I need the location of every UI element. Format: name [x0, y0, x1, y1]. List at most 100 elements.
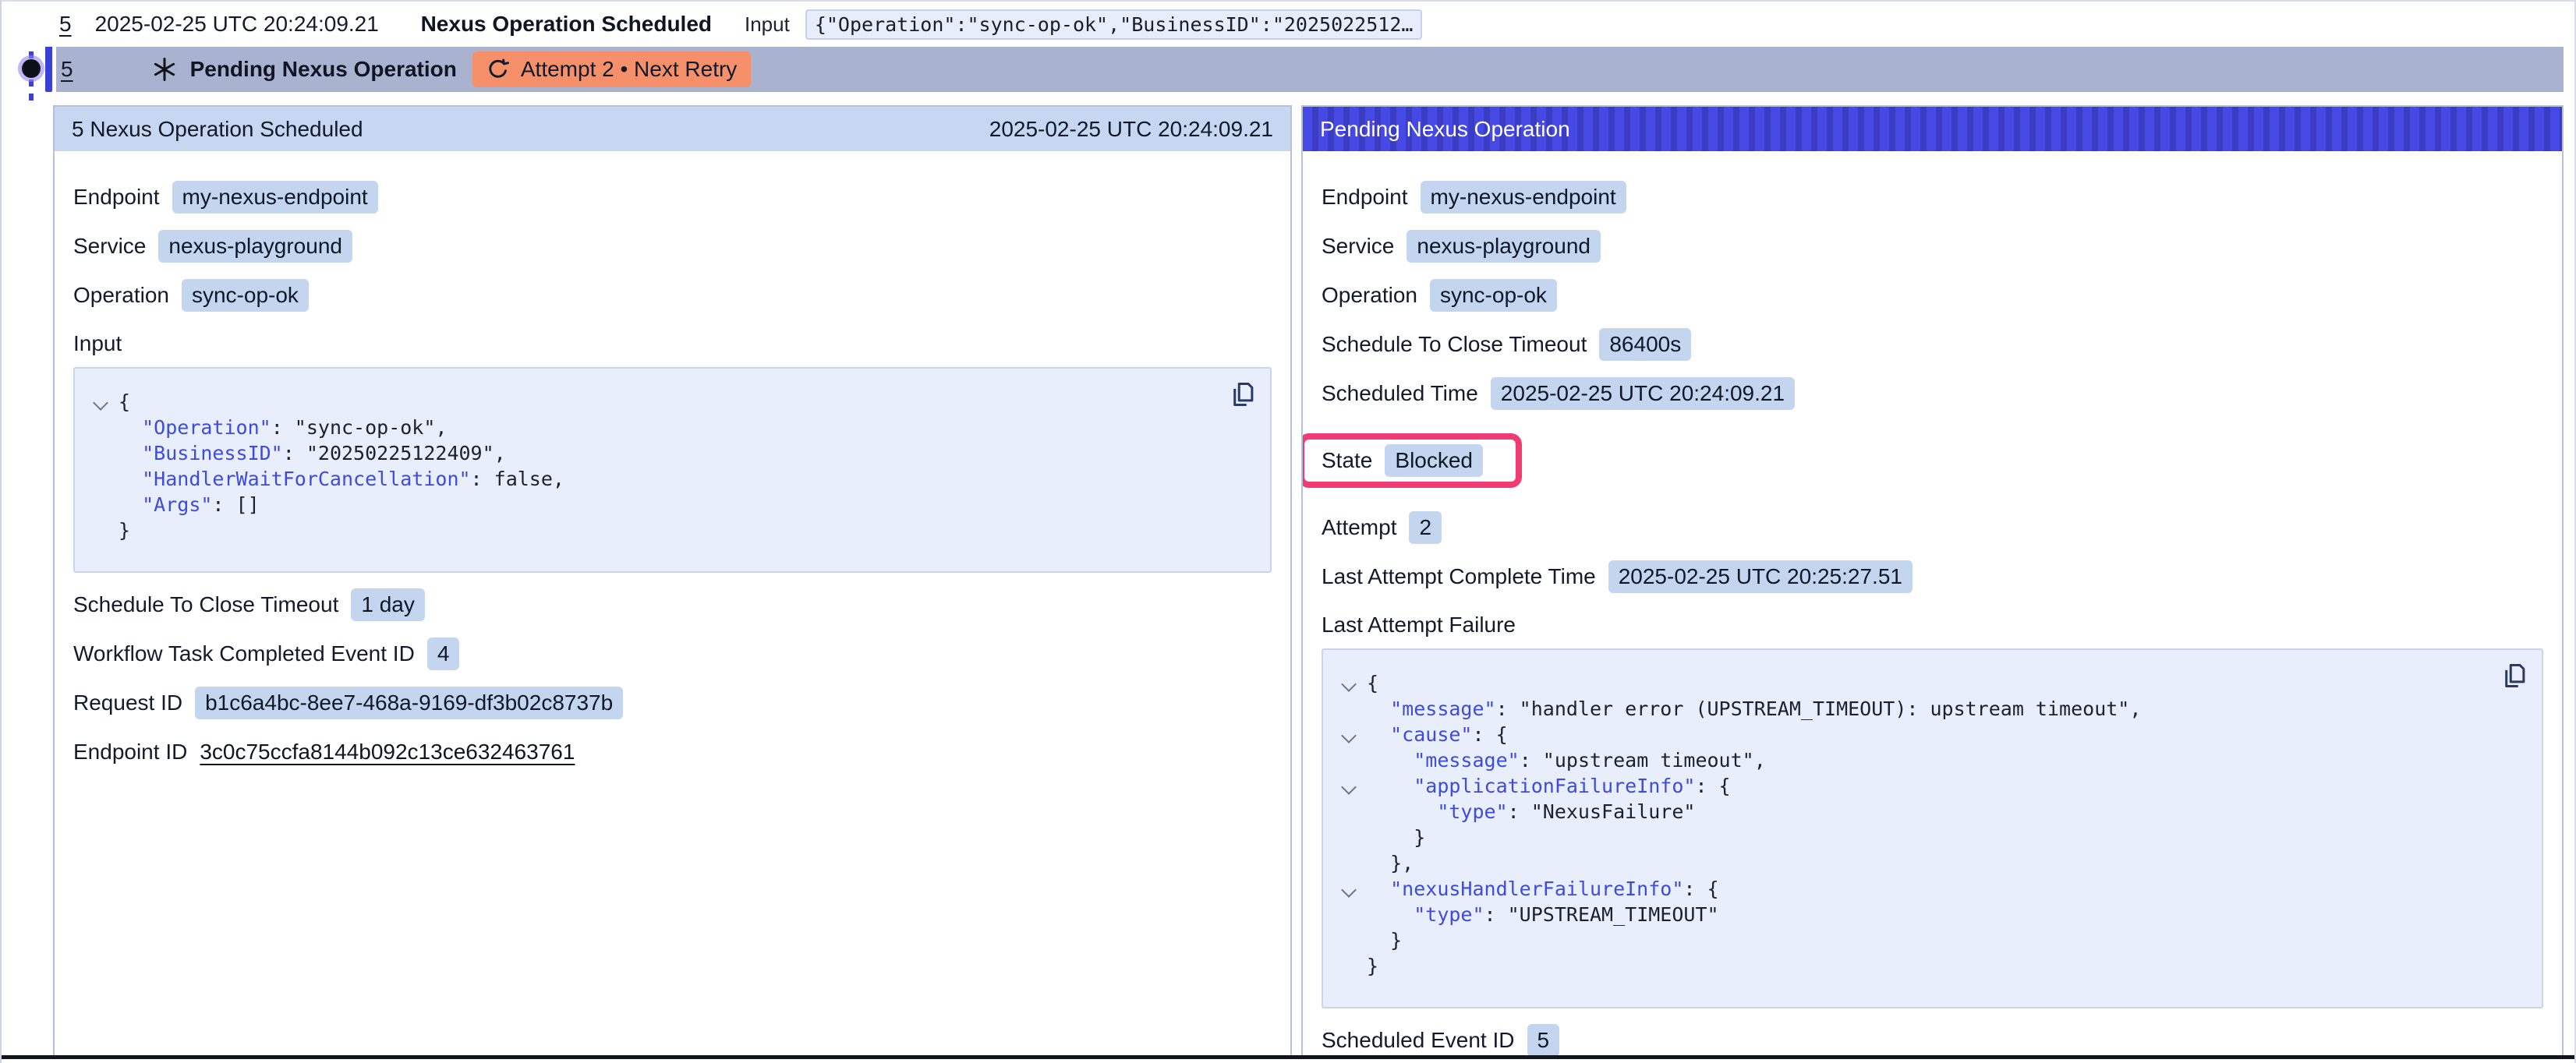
- code-line: "type": "UPSTREAM_TIMEOUT": [1334, 902, 2487, 927]
- event-detail-panels: 5 Nexus Operation Scheduled 2025-02-25 U…: [53, 105, 2564, 1058]
- field-row-operation: Operation sync-op-ok: [1322, 278, 2543, 313]
- code-line-text: }: [1367, 927, 1402, 953]
- input-json-block: { "Operation": "sync-op-ok", "BusinessID…: [73, 367, 1272, 573]
- scheduled-panel-timestamp: 2025-02-25 UTC 20:24:09.21: [989, 117, 1273, 142]
- code-line: "message": "upstream timeout",: [1334, 747, 2487, 773]
- field-value-link[interactable]: 3c0c75ccfa8144b092c13ce632463761: [200, 740, 575, 765]
- code-line: },: [1334, 850, 2487, 876]
- code-line-gutter: [86, 517, 119, 543]
- pending-panel-title: Pending Nexus Operation: [1320, 117, 1570, 142]
- temporal-event-history-page: 5 2025-02-25 UTC 20:24:09.21 Nexus Opera…: [0, 0, 2576, 1063]
- field-label: Service: [73, 234, 146, 259]
- scheduled-panel-header: 5 Nexus Operation Scheduled 2025-02-25 U…: [55, 107, 1290, 151]
- field-value-badge: 4: [427, 637, 460, 670]
- code-line-gutter: [1334, 876, 1367, 902]
- code-line: "nexusHandlerFailureInfo": {: [1334, 876, 2487, 902]
- field-row-scheduled-time: Scheduled Time 2025-02-25 UTC 20:24:09.21: [1322, 376, 2543, 411]
- input-label: Input: [745, 12, 790, 37]
- input-preview-chip: {"Operation":"sync-op-ok","BusinessID":"…: [805, 9, 1423, 40]
- code-line-text: "message": "handler error (UPSTREAM_TIME…: [1367, 696, 2141, 722]
- code-line-gutter: [1334, 747, 1367, 773]
- code-line: "BusinessID": "20250225122409",: [86, 440, 1215, 466]
- field-label: Operation: [73, 283, 169, 308]
- event-row-scheduled[interactable]: 5 2025-02-25 UTC 20:24:09.21 Nexus Opera…: [2, 2, 2574, 47]
- field-label: Endpoint ID: [73, 740, 187, 765]
- code-line-text: "nexusHandlerFailureInfo": {: [1367, 876, 1719, 902]
- code-line: {: [1334, 670, 2487, 696]
- field-value-badge: my-nexus-endpoint: [1421, 181, 1626, 214]
- retry-arrow-icon: [487, 58, 510, 81]
- pending-fields-top: Endpoint my-nexus-endpoint Servicenexus-pl…: [1322, 180, 2543, 411]
- chevron-down-icon[interactable]: [1341, 676, 1357, 692]
- field-row-operation: Operation sync-op-ok: [73, 278, 1272, 313]
- state-highlight-annotation: State Blocked: [1301, 433, 1522, 488]
- field-row-service: Servicenexus-playground: [1322, 229, 2543, 263]
- pending-panel-body: Endpoint my-nexus-endpoint Servicenexus-pl…: [1303, 151, 2562, 1058]
- code-line-gutter: [1334, 953, 1367, 979]
- code-line-text: }: [1367, 825, 1425, 850]
- field-value-badge: 2025-02-25 UTC 20:25:27.51: [1608, 560, 1913, 593]
- input-section-label: Input: [73, 331, 1272, 356]
- event-id-link[interactable]: 5: [61, 57, 73, 82]
- field-value-badge: 1 day: [351, 588, 425, 621]
- field-row-schedule-to-close-timeout: Schedule To Close Timeout1 day: [73, 588, 1272, 622]
- field-value-badge: my-nexus-endpoint: [172, 181, 378, 214]
- field-label: State: [1322, 448, 1372, 473]
- chevron-down-icon[interactable]: [1341, 728, 1357, 743]
- pending-operation-panel: Pending Nexus Operation Endpoint my-nexus…: [1301, 105, 2564, 1058]
- code-line-text: "type": "NexusFailure": [1367, 799, 1695, 825]
- code-line-text: "type": "UPSTREAM_TIMEOUT": [1367, 902, 1719, 927]
- pending-fields-mid: Attempt2 Last Attempt Complete Time 2025-0…: [1322, 510, 2543, 594]
- field-row-last-attempt-complete-time: Last Attempt Complete Time 2025-02-25 UTC…: [1322, 560, 2543, 594]
- field-row-endpoint: Endpointmy-nexus-endpoint: [73, 180, 1272, 214]
- field-value-badge: 86400s: [1599, 328, 1691, 361]
- field-value-badge: sync-op-ok: [182, 279, 309, 312]
- code-line-gutter: [1334, 670, 1367, 696]
- field-label: Endpoint: [1322, 185, 1408, 210]
- code-line-text: {: [1367, 670, 1378, 696]
- bottom-boundary-line: [2, 1055, 2574, 1059]
- field-value-badge: 2025-02-25 UTC 20:24:09.21: [1491, 377, 1795, 410]
- field-label: Operation: [1322, 283, 1417, 308]
- field-value-badge: b1c6a4bc-8ee7-468a-9169-df3b02c8737b: [195, 687, 623, 719]
- code-line-gutter: [1334, 825, 1367, 850]
- code-line-gutter: [1334, 696, 1367, 722]
- retry-attempt-badge: Attempt 2 • Next Retry: [472, 51, 751, 87]
- code-line-gutter: [1334, 927, 1367, 953]
- code-line: "message": "handler error (UPSTREAM_TIME…: [1334, 696, 2487, 722]
- field-label: Workflow Task Completed Event ID: [73, 641, 415, 666]
- pending-panel-header: Pending Nexus Operation: [1303, 107, 2562, 151]
- field-row-schedule-to-close-timeout: Schedule To Close Timeout86400s: [1322, 327, 2543, 362]
- field-label: Service: [1322, 234, 1394, 259]
- code-line-gutter: [1334, 850, 1367, 876]
- code-line: "cause": {: [1334, 722, 2487, 747]
- code-line-text: "BusinessID": "20250225122409",: [119, 440, 506, 466]
- event-title: Nexus Operation Scheduled: [421, 12, 712, 37]
- code-line: }: [1334, 927, 2487, 953]
- scheduled-fields-top: Endpointmy-nexus-endpoint Service nexus-pl…: [73, 180, 1272, 313]
- field-value-badge: nexus-playground: [158, 230, 352, 263]
- copy-icon[interactable]: [2500, 661, 2529, 690]
- code-line-gutter: [1334, 722, 1367, 747]
- retry-badge-label: Attempt 2 • Next Retry: [521, 57, 737, 82]
- event-id-link[interactable]: 5: [59, 12, 72, 37]
- code-line-text: {: [119, 389, 130, 415]
- code-line-text: "cause": {: [1367, 722, 1508, 747]
- failure-json-block: { "message": "handler error (UPSTREAM_TI…: [1322, 648, 2543, 1008]
- code-line-text: "Args": []: [119, 492, 260, 517]
- copy-icon[interactable]: [1228, 380, 1258, 409]
- chevron-down-icon[interactable]: [93, 395, 108, 411]
- field-value-badge: sync-op-ok: [1430, 279, 1557, 312]
- field-label: Scheduled Time: [1322, 381, 1478, 406]
- field-row-endpoint-id: Endpoint ID 3c0c75ccfa8144b092c13ce632463…: [73, 735, 1272, 769]
- field-label: Last Attempt Complete Time: [1322, 564, 1596, 589]
- filled-circle-icon: [22, 59, 41, 78]
- code-line-gutter: [86, 440, 119, 466]
- chevron-down-icon[interactable]: [1341, 779, 1357, 795]
- field-row-attempt: Attempt2: [1322, 510, 2543, 545]
- event-row-pending-selected[interactable]: 5 Pending Nexus Operation Attempt 2 • Ne…: [56, 47, 2564, 92]
- code-line-text: "applicationFailureInfo": {: [1367, 773, 1731, 799]
- code-line-gutter: [86, 492, 119, 517]
- chevron-down-icon[interactable]: [1341, 882, 1357, 898]
- code-line-text: }: [119, 517, 130, 543]
